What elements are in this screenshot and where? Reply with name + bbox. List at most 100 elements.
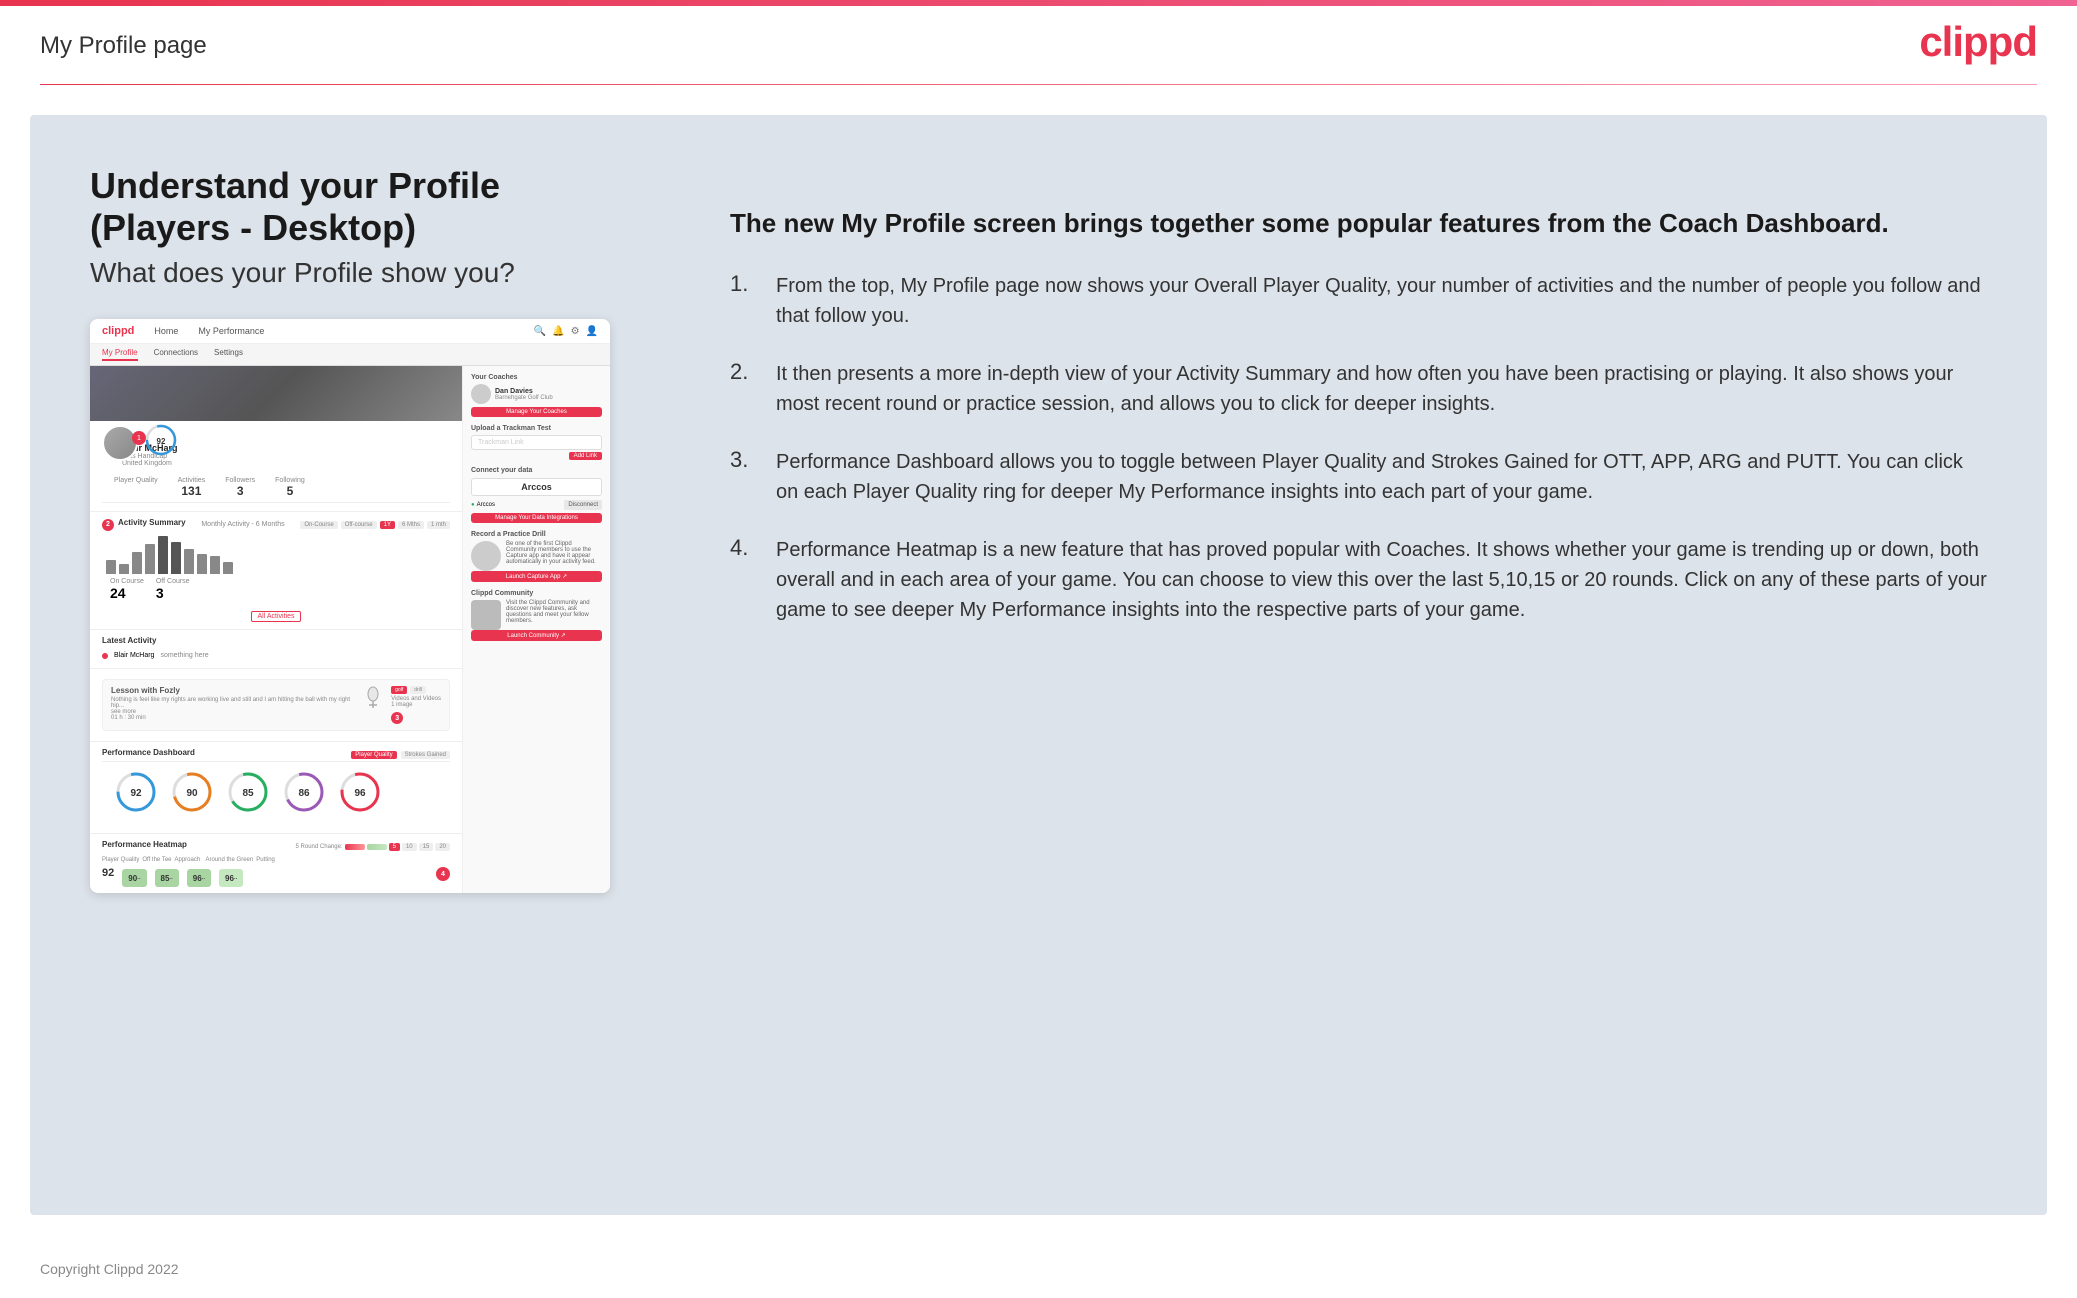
ring-off-tee[interactable]: 90 [170, 770, 214, 819]
heatmap-row: 92 90 .. 85 .. [102, 867, 450, 887]
coach-avatar [471, 384, 491, 404]
ring-overall[interactable]: 92 [114, 770, 158, 819]
subnav-settings[interactable]: Settings [214, 348, 243, 361]
toggle-strokes-gained[interactable]: Strokes Gained [401, 751, 450, 759]
svg-text:92: 92 [157, 437, 166, 446]
lesson-badge-3: 3 [391, 712, 403, 724]
following-value: 5 [275, 484, 305, 498]
heatmap-overall[interactable]: 92 [102, 867, 114, 887]
list-text-2: It then presents a more in-depth view of… [776, 359, 1987, 419]
quality-ring: 92 [144, 423, 178, 457]
bar-chart [102, 534, 450, 574]
heatmap-bar-putting: 96 .. [219, 869, 243, 887]
all-activities-btn[interactable]: All Activities [251, 611, 302, 622]
on-course-stat: On Course 24 [110, 578, 144, 601]
manage-coaches-btn[interactable]: Manage Your Coaches [471, 407, 602, 417]
activity-section: 2 Activity Summary Monthly Activity - 6 … [90, 511, 462, 629]
off-course-value: 3 [156, 585, 190, 601]
list-item-2: 2. It then presents a more in-depth view… [730, 359, 1987, 419]
avatar [102, 425, 138, 461]
stat-quality: Player Quality [114, 477, 158, 498]
activity-filter: On-Course Off-course 1Y 6 Mths 1 mth [300, 521, 450, 529]
list-number-1: 1. [730, 271, 760, 297]
trackman-section: Upload a Trackman Test Trackman Link Add… [471, 425, 602, 459]
mockup-left-panel: 1 92 Blair McHarg Plus Handicap [90, 366, 462, 893]
highlight-text: The new My Profile screen brings togethe… [730, 205, 1987, 241]
stat-following: Following 5 [275, 477, 305, 498]
lesson-icon [363, 686, 383, 724]
trackman-add-btn[interactable]: Add Link [569, 452, 602, 460]
trackman-input[interactable]: Trackman Link [471, 435, 602, 450]
heatmap-putting[interactable]: 96 .. [219, 867, 243, 887]
bar-4 [145, 544, 155, 574]
filter-off-course[interactable]: Off-course [341, 521, 377, 529]
following-label: Following [275, 477, 305, 484]
step-badge-2: 2 [102, 519, 114, 531]
coaches-section: Your Coaches Dan Davies Barnehgate Golf … [471, 374, 602, 417]
perf-header: Performance Dashboard Player Quality Str… [102, 748, 450, 761]
toggle-player-quality[interactable]: Player Quality [351, 751, 396, 759]
top-bar: My Profile page clippd [0, 0, 2077, 84]
filter-6m[interactable]: 6 Mths [398, 521, 424, 529]
heatmap-around-green[interactable]: 96 .. [187, 867, 211, 887]
heatmap-bar-approach: 85 .. [155, 869, 179, 887]
footer: Copyright Clippd 2022 [0, 1245, 2077, 1293]
stat-followers: Followers 3 [225, 477, 255, 498]
practice-title: Record a Practice Drill [471, 531, 602, 538]
bar-9 [210, 556, 220, 574]
ring-around-green[interactable]: 86 [282, 770, 326, 819]
on-course-value: 24 [110, 585, 144, 601]
bar-3 [132, 552, 142, 574]
page-title: My Profile page [40, 32, 207, 60]
filter-on-course[interactable]: On-Course [300, 521, 337, 529]
list-item-4: 4. Performance Heatmap is a new feature … [730, 535, 1987, 625]
heatmap-15[interactable]: 15 [419, 843, 434, 851]
mockup-right-panel: Your Coaches Dan Davies Barnehgate Golf … [462, 366, 610, 893]
activities-value: 131 [178, 484, 206, 498]
lesson-card: Lesson with Fozly Nothing is feel like m… [102, 679, 450, 731]
heatmap-off-tee[interactable]: 90 .. [122, 867, 146, 887]
arccos-status: Arccos [477, 502, 495, 508]
connect-title: Connect your data [471, 467, 602, 474]
list-text-1: From the top, My Profile page now shows … [776, 271, 1987, 331]
heatmap-20[interactable]: 20 [435, 843, 450, 851]
subnav-connections[interactable]: Connections [154, 348, 198, 361]
lesson-meta: golf drill Videos and Videos 1 image 3 [391, 686, 441, 724]
search-icon[interactable]: 🔍 [534, 326, 546, 337]
heatmap-5[interactable]: 5 [389, 843, 400, 851]
list-number-3: 3. [730, 447, 760, 473]
ring-approach[interactable]: 85 [226, 770, 270, 819]
lesson-tag-1: golf [391, 686, 407, 694]
bell-icon[interactable]: 🔔 [552, 326, 564, 337]
main-heading: Understand your Profile (Players - Deskt… [90, 165, 650, 249]
list-number-4: 4. [730, 535, 760, 561]
coaches-title: Your Coaches [471, 374, 602, 381]
filter-1y[interactable]: 1Y [380, 521, 395, 529]
heatmap-approach[interactable]: 85 .. [155, 867, 179, 887]
heatmap-section: Performance Heatmap 5 Round Change: 5 10… [90, 833, 462, 893]
ring-putting[interactable]: 96 [338, 770, 382, 819]
app-mockup: clippd Home My Performance 🔍 🔔 ⚙ 👤 My Pr… [90, 319, 610, 893]
bar-5 [158, 536, 168, 574]
subnav-profile[interactable]: My Profile [102, 348, 138, 361]
launch-community-btn[interactable]: Launch Community ↗ [471, 630, 602, 641]
bar-7 [184, 549, 194, 574]
app-nav-home: Home [154, 326, 178, 336]
numbered-list: 1. From the top, My Profile page now sho… [730, 271, 1987, 625]
heatmap-bar-off-tee: 90 .. [122, 869, 146, 887]
community-avatar [471, 600, 501, 630]
disconnect-btn[interactable]: Disconnect [564, 500, 602, 510]
bar-6 [171, 542, 181, 574]
activity-player-name: Blair McHarg [114, 652, 154, 659]
list-text-4: Performance Heatmap is a new feature tha… [776, 535, 1987, 625]
off-course-stat: Off Course 3 [156, 578, 190, 601]
bar-2 [119, 564, 129, 574]
filter-1m[interactable]: 1 mth [427, 521, 450, 529]
practice-avatar [471, 541, 501, 571]
user-icon[interactable]: 👤 [586, 326, 598, 337]
lesson-section: Lesson with Fozly Nothing is feel like m… [90, 668, 462, 741]
launch-capture-btn[interactable]: Launch Capture App ↗ [471, 571, 602, 582]
settings-icon[interactable]: ⚙ [571, 326, 580, 337]
heatmap-10[interactable]: 10 [402, 843, 417, 851]
manage-integrations-btn[interactable]: Manage Your Data Integrations [471, 513, 602, 523]
